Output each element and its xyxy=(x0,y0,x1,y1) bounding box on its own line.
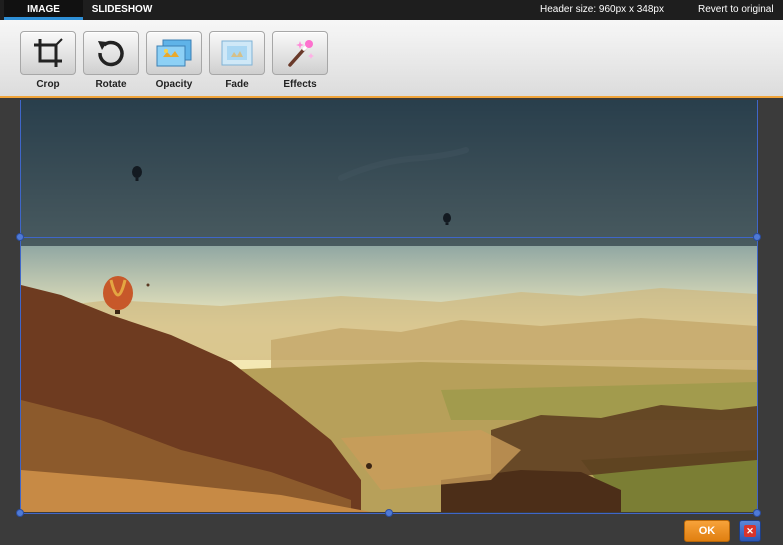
fade-label: Fade xyxy=(225,79,249,90)
crop-dimmed-region xyxy=(21,100,757,246)
fade-tool-button[interactable]: Fade xyxy=(209,31,265,90)
fade-icon xyxy=(221,40,253,66)
rotate-label: Rotate xyxy=(95,79,127,90)
crop-icon xyxy=(34,38,63,67)
rotate-button-face[interactable] xyxy=(83,31,139,75)
rotate-tool-button[interactable]: Rotate xyxy=(83,31,139,90)
effects-button-face[interactable] xyxy=(272,31,328,75)
close-button[interactable]: ✕ xyxy=(739,520,761,542)
crop-handle-top-left[interactable] xyxy=(16,233,24,241)
header-size-info: Header size: 960px x 348px xyxy=(540,4,664,15)
tab-image-label: IMAGE xyxy=(27,4,60,15)
top-tab-bar: IMAGE SLIDESHOW Header size: 960px x 348… xyxy=(0,0,783,20)
crop-selection[interactable] xyxy=(20,237,758,514)
tab-slideshow[interactable]: SLIDESHOW xyxy=(83,0,161,20)
crop-handle-top-right[interactable] xyxy=(753,233,761,241)
crop-button-face[interactable] xyxy=(20,31,76,75)
crop-handle-bottom-right[interactable] xyxy=(753,509,761,517)
opacity-icon xyxy=(156,39,192,67)
crop-label: Crop xyxy=(36,79,60,90)
crop-tool-button[interactable]: Crop xyxy=(20,31,76,90)
toolbar: Crop Rotate Opacity Fade Effects xyxy=(0,20,783,98)
effects-tool-button[interactable]: Effects xyxy=(272,31,328,90)
rotate-icon xyxy=(98,40,124,67)
tab-image[interactable]: IMAGE xyxy=(4,0,83,20)
opacity-label: Opacity xyxy=(155,79,193,90)
header-image-editor: IMAGE SLIDESHOW Header size: 960px x 348… xyxy=(0,0,783,545)
revert-to-original-link[interactable]: Revert to original xyxy=(698,0,774,20)
tab-slideshow-label: SLIDESHOW xyxy=(91,4,153,15)
opacity-button-face[interactable] xyxy=(146,31,202,75)
ok-button[interactable]: OK xyxy=(684,520,730,542)
close-icon: ✕ xyxy=(744,525,756,537)
image-canvas: OK ✕ xyxy=(0,100,783,545)
crop-handle-bottom-left[interactable] xyxy=(16,509,24,517)
opacity-tool-button[interactable]: Opacity xyxy=(146,31,202,90)
effects-label: Effects xyxy=(283,79,317,90)
crop-handle-bottom-center[interactable] xyxy=(385,509,393,517)
magic-wand-icon xyxy=(288,40,314,67)
fade-button-face[interactable] xyxy=(209,31,265,75)
